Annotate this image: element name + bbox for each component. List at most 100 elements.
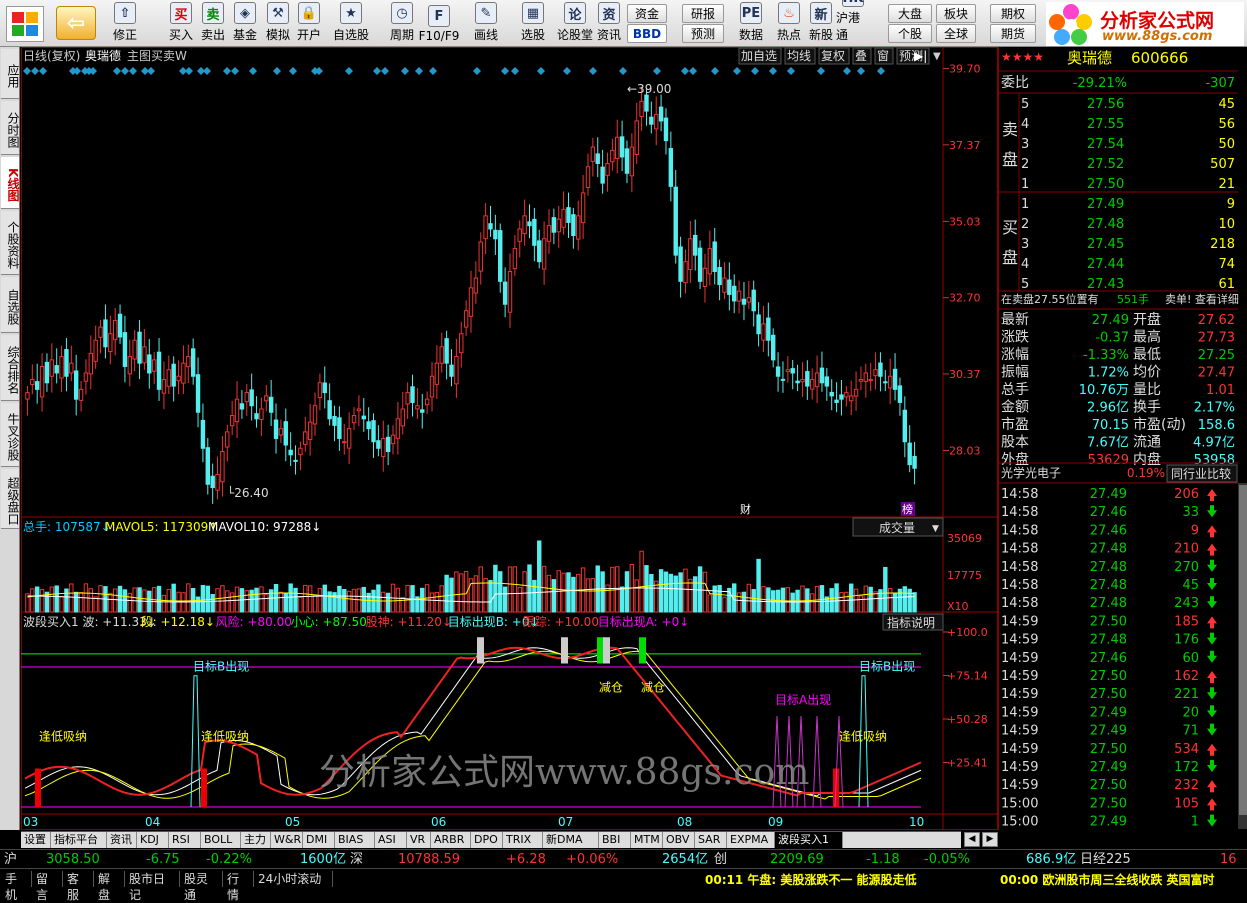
stat-value: 27.62 [1198, 313, 1235, 328]
indicator-tab-13[interactable]: DPO [471, 832, 503, 848]
indicator-tab-14[interactable]: TRIX [503, 832, 543, 848]
toolbar-small-0[interactable]: 资金 [627, 4, 667, 23]
order-detail-link[interactable]: 卖单! 查看详细 [1165, 292, 1239, 306]
tick-scrollbar-thumb[interactable] [1239, 485, 1247, 815]
indicator-help-button[interactable]: 指标说明 [882, 613, 944, 631]
indicator-tab-9[interactable]: BIAS [335, 832, 375, 848]
nk-label[interactable]: 日经225 [1080, 850, 1131, 869]
indicator-tab-2[interactable]: 资讯 [107, 832, 137, 848]
indicator-tab-19[interactable]: SAR [695, 832, 727, 848]
data-button[interactable]: PE 数据 [734, 2, 768, 45]
hot-button[interactable]: ♨ 热点 [772, 2, 806, 45]
indicator-tab-17[interactable]: MTM [631, 832, 663, 848]
sell-signal-bar [561, 637, 568, 664]
left-tab-7[interactable]: 超级盘口 [1, 469, 20, 529]
left-tab-4[interactable]: 自选股 [1, 277, 20, 333]
toolbar-small-9[interactable]: 期货 [990, 24, 1036, 43]
indicator-tab-6[interactable]: 主力 [241, 832, 271, 848]
indicator-tab-18[interactable]: OBV [663, 832, 695, 848]
status-button-1[interactable]: 留言 [33, 871, 63, 902]
chart-top-button-4[interactable]: 窗 [874, 47, 894, 65]
kline-chart-area[interactable]: 日线(复权) 奥瑞德 主图买卖W 加自选 均线 复权叠窗预测 ▶| ▼ 39.70 37.37 35… [21, 47, 998, 830]
tab-scroll-right[interactable]: ▶ [982, 832, 998, 847]
lock-button[interactable]: 🔒 开户 [292, 2, 326, 45]
chevron-down-icon[interactable]: ▼ [933, 51, 941, 62]
left-tab-1[interactable]: 分时图 [1, 101, 20, 155]
news-ticker-1[interactable]: 00:11 午盘: 美股涨跌不一 能源股走低 [705, 871, 917, 888]
toolbar-small-7[interactable]: 全球 [936, 24, 976, 43]
status-button-2[interactable]: 客服 [64, 871, 94, 902]
newstock-button[interactable]: 新新股 [804, 2, 838, 45]
indicator-tab-0[interactable]: 设置 [21, 832, 51, 848]
toolbar-small-8[interactable]: 期权 [990, 4, 1036, 23]
chart-top-button-1[interactable]: 均线 [784, 47, 816, 65]
sh-label[interactable]: 沪 [4, 850, 17, 869]
screen-button[interactable]: ▦ 选股 [510, 2, 556, 45]
left-tab-2[interactable]: K线图 [1, 157, 20, 209]
app-menu-icon[interactable] [6, 6, 44, 42]
toolbar-small-2[interactable]: 研报 [682, 4, 724, 23]
indicator-tab-8[interactable]: DMI [303, 832, 335, 848]
status-button-5[interactable]: 股灵通 [181, 871, 223, 902]
left-tab-6[interactable]: 牛叉诊股 [1, 403, 20, 467]
chart-top-button-3[interactable]: 叠 [852, 47, 872, 65]
toolbar-small-4[interactable]: 大盘 [888, 4, 932, 23]
indicator-tab-21[interactable]: 波段买入1 [775, 832, 843, 848]
status-button-0[interactable]: 手机 [2, 871, 32, 902]
volume-indicator-select[interactable]: 成交量 ▼ [852, 517, 944, 537]
expand-arrow-icon[interactable]: ▶| [914, 49, 927, 63]
indicator-tab-10[interactable]: ASI [375, 832, 407, 848]
indicator-tab-5[interactable]: BOLL [201, 832, 241, 848]
indicator-tab-1[interactable]: 指标平台 [51, 832, 107, 848]
indicator-tab-20[interactable]: EXPMA [727, 832, 775, 848]
status-button-4[interactable]: 股市日记 [126, 871, 180, 902]
indicator-legend-7: 目标出现A: +0↓ [598, 615, 690, 629]
fund-button[interactable]: ◈ 基金 [228, 2, 262, 45]
cy-label[interactable]: 创 [714, 850, 727, 869]
finance-marker[interactable]: 财 [740, 502, 751, 516]
status-button-7[interactable]: 24小时滚动 [255, 871, 333, 887]
news-button[interactable]: 资资讯 [592, 2, 626, 45]
tab-scroll-left[interactable]: ◀ [964, 832, 980, 847]
indicator-tab-4[interactable]: RSI [169, 832, 201, 848]
hammer-button[interactable]: ⚒ 模拟 [261, 2, 295, 45]
signal-diamond [129, 67, 137, 75]
left-tab-3[interactable]: 个股资料 [1, 211, 20, 275]
buy-button[interactable]: 买买入 [164, 2, 198, 45]
sz-label[interactable]: 深 [350, 850, 363, 869]
indicator-tab-16[interactable]: BBI [599, 832, 631, 848]
toolbar-small-5[interactable]: 个股 [888, 24, 932, 43]
candles[interactable] [25, 86, 917, 504]
hk-button[interactable]: HK 沪港通 [836, 0, 870, 45]
arrow-up-icon [1207, 743, 1217, 756]
sell-button[interactable]: 卖卖出 [196, 2, 230, 45]
left-tab-0[interactable]: 应用 [1, 49, 20, 99]
indicator-tab-3[interactable]: KDJ [137, 832, 169, 848]
star-button[interactable]: ★ 自选股 [328, 2, 374, 45]
main-indicator-name[interactable]: 主图买卖W [127, 49, 187, 63]
chart-top-button-2[interactable]: 复权 [818, 47, 850, 65]
back-button[interactable]: ⇦ [56, 6, 96, 40]
indicator-tick-label: +25.41 [947, 757, 988, 770]
indicator-tab-11[interactable]: VR [407, 832, 431, 848]
arrow-up-button[interactable]: ⇧ 修正 [108, 2, 142, 45]
candle-body [790, 368, 795, 374]
news-ticker-2[interactable]: 00:00 欧洲股市周三全线收跌 英国富时 [1000, 871, 1215, 888]
kline-svg[interactable]: 日线(复权) 奥瑞德 主图买卖W 加自选 均线 复权叠窗预测▶| ▼39.7037.3735… [21, 47, 998, 830]
chart-top-button-0[interactable]: 加自选 [738, 47, 782, 65]
pen-button[interactable]: ✎ 画线 [463, 2, 509, 45]
indicator-tab-15[interactable]: 新DMA [543, 832, 599, 848]
indicator-tab-12[interactable]: ARBR [431, 832, 471, 848]
low-price-label: └26.40 [227, 485, 269, 500]
toolbar-small-1[interactable]: BBD [627, 24, 667, 43]
sector-compare-button[interactable]: 同行业比较 [1166, 464, 1238, 483]
signal-diamond [589, 67, 597, 75]
toolbar-small-3[interactable]: 预测 [682, 24, 724, 43]
toolbar-small-6[interactable]: 板块 [936, 4, 976, 23]
f10-button[interactable]: F F10/F9 [416, 2, 462, 45]
rank-marker[interactable]: 榜 [902, 502, 913, 516]
status-button-6[interactable]: 行情 [224, 871, 254, 902]
left-tab-5[interactable]: 综合排名 [1, 335, 20, 401]
status-button-3[interactable]: 解盘 [95, 871, 125, 902]
indicator-tab-7[interactable]: W&R [271, 832, 303, 848]
